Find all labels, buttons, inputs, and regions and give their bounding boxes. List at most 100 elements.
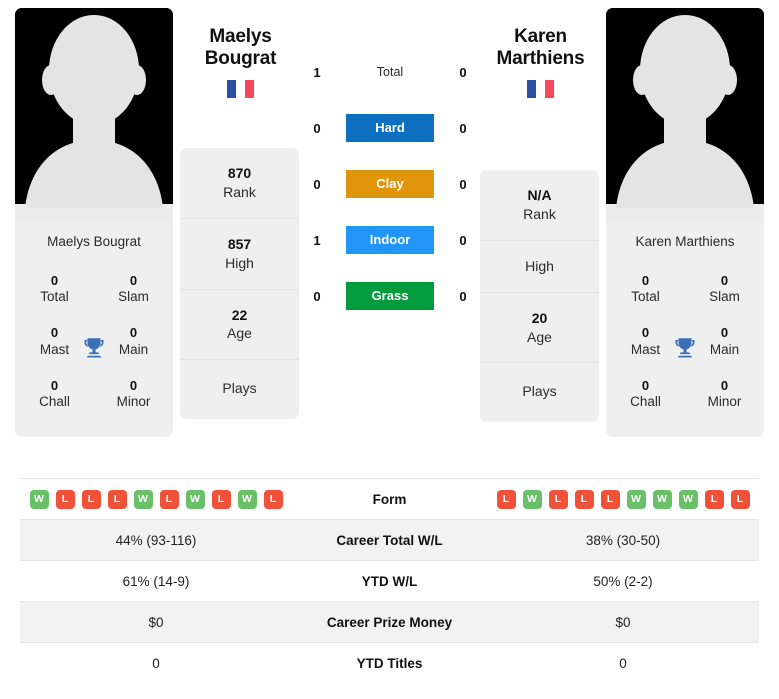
player-card-left[interactable]: Maelys Bougrat 0 Total 0 Slam 0 Mast 0 M… (15, 8, 173, 438)
table-row-ytd-titles: 0 YTD Titles 0 (20, 642, 759, 684)
form-badge-win[interactable]: W (652, 489, 672, 509)
form-badge-loss[interactable]: L (600, 489, 620, 509)
head-to-head-comparison: Maelys Bougrat 0 Total 0 Slam 0 Mast 0 M… (0, 0, 779, 684)
surface-badge-clay[interactable]: Clay (346, 170, 434, 198)
left-value: $0 (20, 601, 292, 643)
rank-value: 870 (227, 165, 252, 181)
form-badge-win[interactable]: W (29, 489, 49, 509)
player-info-panel-right: N/A Rank High 20 Age Plays (480, 170, 599, 423)
form-badge-loss[interactable]: L (574, 489, 594, 509)
surface-badge-grass[interactable]: Grass (346, 282, 434, 310)
form-badge-loss[interactable]: L (548, 489, 568, 509)
plays-label: Plays (522, 383, 557, 400)
title-label: Total (631, 289, 660, 305)
title-label: Slam (118, 289, 149, 305)
left-value: 44% (93-116) (20, 519, 292, 561)
h2h-left-score: 1 (313, 232, 321, 248)
player-avatar-left (15, 8, 173, 223)
age-value: 22 (231, 306, 248, 323)
form-badge-loss[interactable]: L (496, 489, 516, 509)
player-avatar-right (606, 8, 764, 223)
right-value: 0 (487, 642, 759, 684)
right-value: $0 (487, 601, 759, 643)
form-badge-loss[interactable]: L (107, 489, 127, 509)
form-badge-win[interactable]: W (626, 489, 646, 509)
titles-grid-right: 0 Total 0 Slam 0 Mast 0 Main 0 Chall 0 M… (606, 260, 764, 437)
stats-comparison-table: WLLLWLWLWL Form LWLLLWWWLL 44% (93-116) … (20, 478, 759, 684)
title-value: 0 (641, 272, 650, 288)
age-label: Age (527, 328, 552, 345)
table-row-form: WLLLWLWLWL Form LWLLLWWWLL (20, 478, 759, 520)
title-value: 0 (50, 377, 59, 393)
form-badge-win[interactable]: W (185, 489, 205, 509)
form-badge-loss[interactable]: L (81, 489, 101, 509)
form-badge-loss[interactable]: L (159, 489, 179, 509)
age-value: 20 (531, 309, 548, 326)
form-badge-loss[interactable]: L (263, 489, 283, 509)
form-badge-loss[interactable]: L (704, 489, 724, 509)
h2h-left-score: 0 (313, 176, 321, 192)
title-value: 0 (129, 272, 138, 288)
title-cell-total: 0 Total (606, 264, 685, 316)
surface-row-total: 1 Total 0 (306, 58, 474, 86)
title-value: 0 (641, 377, 650, 393)
surface-badge-hard[interactable]: Hard (346, 114, 434, 142)
form-badge-loss[interactable]: L (730, 489, 750, 509)
player-card-name-left: Maelys Bougrat (47, 234, 141, 249)
form-cell-right: LWLLLWWWLL (487, 478, 759, 520)
form-badge-win[interactable]: W (678, 489, 698, 509)
high-row: 857 High (180, 219, 299, 290)
rank-row: N/A Rank (480, 170, 599, 241)
rank-label: Rank (223, 183, 256, 200)
form-strip-right: LWLLLWWWLL (487, 489, 759, 509)
right-value: 38% (30-50) (487, 519, 759, 561)
plays-row: Plays (480, 363, 599, 422)
table-row-career-total-wl: 44% (93-116) Career Total W/L 38% (30-50… (20, 519, 759, 561)
player-name-header-right: Karen Marthiens (478, 26, 603, 98)
player-last-name: Bougrat (204, 48, 277, 70)
age-row: 20 Age (480, 293, 599, 364)
left-value: 0 (20, 642, 292, 684)
surface-row-hard: 0 Hard 0 (306, 114, 474, 142)
title-cell-slam: 0 Slam (94, 264, 173, 316)
h2h-right-score: 0 (459, 232, 467, 248)
title-cell-minor: 0 Minor (94, 369, 173, 421)
title-value: 0 (50, 272, 59, 288)
player-card-name-right: Karen Marthiens (635, 234, 735, 249)
title-cell-total: 0 Total (15, 264, 94, 316)
row-label: Career Prize Money (292, 601, 487, 643)
title-cell-minor: 0 Minor (685, 369, 764, 421)
surface-row-grass: 0 Grass 0 (306, 282, 474, 310)
title-cell-chall: 0 Chall (606, 369, 685, 421)
title-label: Slam (709, 289, 740, 305)
trophy-icon (84, 338, 104, 359)
plays-row: Plays (180, 360, 299, 419)
h2h-left-score: 0 (313, 120, 321, 136)
surface-row-indoor: 1 Indoor 0 (306, 226, 474, 254)
form-cell-left: WLLLWLWLWL (20, 478, 292, 520)
rank-row: 870 Rank (180, 148, 299, 219)
titles-grid-left: 0 Total 0 Slam 0 Mast 0 Main 0 Chall 0 M… (15, 260, 173, 437)
form-badge-win[interactable]: W (133, 489, 153, 509)
h2h-right-score: 0 (459, 176, 467, 192)
form-badge-loss[interactable]: L (55, 489, 75, 509)
player-card-right[interactable]: Karen Marthiens 0 Total 0 Slam 0 Mast 0 … (606, 8, 764, 438)
high-label: High (525, 257, 554, 274)
h2h-left-score: 0 (313, 288, 321, 304)
surface-badge-indoor[interactable]: Indoor (346, 226, 434, 254)
player-first-name: Karen (514, 26, 567, 47)
form-strip-left: WLLLWLWLWL (20, 489, 292, 509)
title-value: 0 (720, 377, 729, 393)
table-row-career-prize-money: $0 Career Prize Money $0 (20, 601, 759, 643)
title-label: Total (40, 289, 69, 305)
h2h-left-score: 1 (313, 64, 321, 80)
form-badge-loss[interactable]: L (211, 489, 231, 509)
title-value: 0 (720, 272, 729, 288)
h2h-right-score: 0 (459, 288, 467, 304)
age-row: 22 Age (180, 290, 299, 361)
form-badge-win[interactable]: W (522, 489, 542, 509)
high-value: 857 (227, 235, 252, 252)
form-badge-win[interactable]: W (237, 489, 257, 509)
trophy-icon (675, 338, 695, 359)
plays-label: Plays (222, 380, 257, 397)
